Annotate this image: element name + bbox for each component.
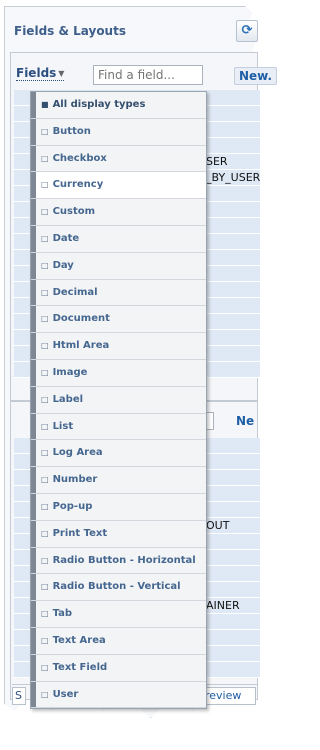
dropdown-item[interactable]: □ Pop-up <box>31 493 206 521</box>
empty-square-icon: □ <box>41 260 49 270</box>
empty-square-icon: □ <box>41 233 49 243</box>
empty-square-icon: □ <box>41 367 49 377</box>
dropdown-item-label: List <box>52 420 74 432</box>
empty-square-icon: □ <box>41 126 49 136</box>
dropdown-item[interactable]: □ Date <box>31 225 206 253</box>
dropdown-item-label: Label <box>52 393 84 405</box>
dropdown-item-label: Checkbox <box>52 152 107 164</box>
empty-square-icon: □ <box>41 341 49 351</box>
dropdown-item[interactable]: □ Html Area <box>31 333 206 360</box>
dropdown-item[interactable]: □ Button <box>31 118 206 146</box>
empty-square-icon: □ <box>41 180 49 190</box>
dropdown-item[interactable]: □ Label <box>31 386 206 414</box>
dropdown-item-label: Radio Button - Vertical <box>52 581 181 593</box>
empty-square-icon: □ <box>41 421 49 431</box>
dropdown-item[interactable]: □ User <box>31 681 206 709</box>
dropdown-item[interactable]: □ Radio Button - Horizontal <box>31 547 206 575</box>
dropdown-item-label: All display types <box>52 99 146 110</box>
tab-preview[interactable]: review <box>202 687 256 705</box>
refresh-icon: ⟳ <box>241 23 253 38</box>
dropdown-item-label: Text Area <box>52 634 106 646</box>
dropdown-item-label: Custom <box>52 206 96 218</box>
dropdown-item[interactable]: □ Image <box>31 359 206 387</box>
dropdown-item-label: Day <box>52 259 74 271</box>
empty-square-icon: □ <box>41 448 49 458</box>
dropdown-item[interactable]: □ Tab <box>31 601 206 628</box>
tab-left[interactable]: S <box>12 687 26 705</box>
empty-square-icon: □ <box>41 501 49 511</box>
dropdown-item-label: Tab <box>52 608 73 620</box>
dropdown-item[interactable]: □ Log Area <box>31 440 206 468</box>
dropdown-item[interactable]: □ Text Field <box>31 654 206 682</box>
caret-down-icon: ▼ <box>58 69 65 78</box>
empty-square-icon: □ <box>41 662 49 672</box>
empty-square-icon: □ <box>41 314 49 324</box>
empty-square-icon: □ <box>41 475 49 485</box>
empty-square-icon: □ <box>41 207 49 217</box>
empty-square-icon: □ <box>41 287 49 297</box>
empty-square-icon: □ <box>41 635 49 645</box>
dropdown-item[interactable]: □ Day <box>31 252 206 280</box>
empty-square-icon: □ <box>41 609 49 619</box>
dropdown-item-label: Decimal <box>52 286 98 298</box>
dropdown-item-label: User <box>52 688 79 700</box>
empty-square-icon: □ <box>41 528 49 538</box>
panel-title: Fields & Layouts <box>14 24 126 38</box>
dropdown-item-label: Image <box>52 366 88 378</box>
dropdown-item-label: Currency <box>52 179 104 191</box>
refresh-button[interactable]: ⟳ <box>236 20 258 42</box>
dropdown-item-label: Print Text <box>52 527 108 539</box>
dropdown-item-label: Text Field <box>52 661 108 673</box>
dropdown-item[interactable]: □ Radio Button - Vertical <box>31 574 206 602</box>
dropdown-item-label: Log Area <box>52 447 103 459</box>
new-layout-button[interactable]: Ne <box>236 414 254 428</box>
empty-square-icon: □ <box>41 153 49 163</box>
dropdown-item[interactable]: □ Custom <box>31 199 206 226</box>
dropdown-item-label: Html Area <box>52 340 110 352</box>
dropdown-item-label: Number <box>52 474 98 486</box>
dropdown-item[interactable]: ■ All display types <box>31 92 206 119</box>
dropdown-item-label: Radio Button - Horizontal <box>52 554 196 566</box>
display-type-dropdown: ■ All display types □ Button □ Checkbox □ Curre… <box>30 91 207 710</box>
dropdown-item[interactable]: □ Number <box>31 467 206 494</box>
new-field-button[interactable]: New. <box>234 67 278 85</box>
empty-square-icon: □ <box>41 555 49 565</box>
dropdown-item-label: Button <box>52 125 91 137</box>
empty-square-icon: □ <box>41 394 49 404</box>
dropdown-item[interactable]: □ Currency <box>31 172 206 200</box>
dropdown-item-label: Pop-up <box>52 500 93 512</box>
fields-menu-label: Fields <box>16 66 57 80</box>
dropdown-item[interactable]: □ Decimal <box>31 279 206 307</box>
empty-square-icon: □ <box>41 582 49 592</box>
dropdown-item[interactable]: □ Document <box>31 306 206 334</box>
dropdown-item-label: Document <box>52 313 110 325</box>
dropdown-item-label: Date <box>52 232 80 244</box>
filled-square-icon: ■ <box>41 100 49 109</box>
dropdown-item[interactable]: □ Checkbox <box>31 145 206 173</box>
dropdown-item[interactable]: □ List <box>31 413 206 441</box>
dropdown-item[interactable]: □ Print Text <box>31 520 206 548</box>
field-search-input[interactable] <box>93 65 203 85</box>
fields-menu-trigger[interactable]: Fields ▼ <box>16 66 65 81</box>
dropdown-item[interactable]: □ Text Area <box>31 627 206 655</box>
empty-square-icon: □ <box>41 689 49 699</box>
